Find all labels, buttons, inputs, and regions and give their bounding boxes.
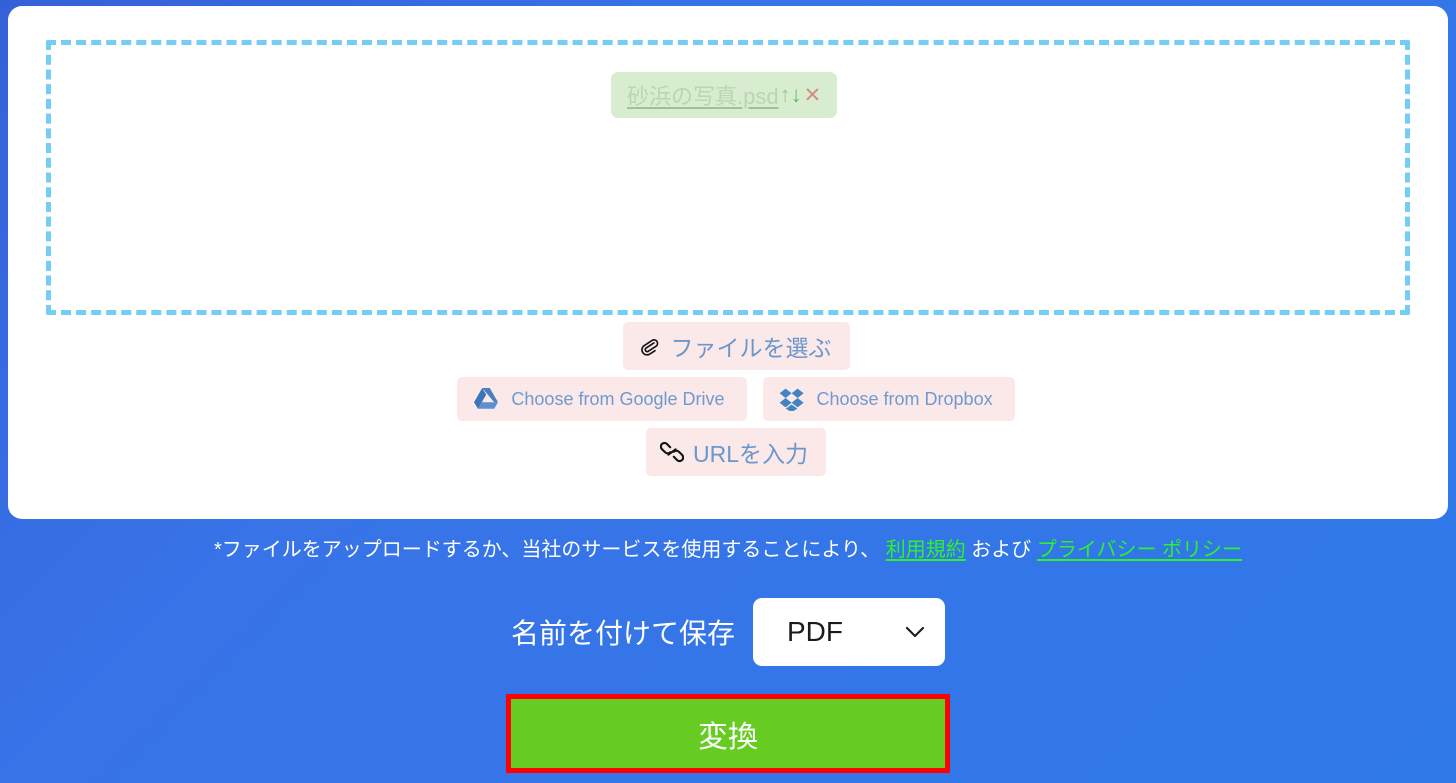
choose-file-row: ファイルを選ぶ [8, 322, 1456, 370]
uploaded-file-name[interactable]: 砂浜の写真.psd [627, 79, 779, 111]
google-drive-icon [473, 387, 499, 411]
google-drive-label: Choose from Google Drive [511, 388, 725, 409]
upload-card: 砂浜の写真.psd ↑ ↓ ✕ ファイルを選ぶ Choose from Goog… [8, 6, 1448, 519]
file-source-buttons: ファイルを選ぶ Choose from Google Drive Choose … [8, 322, 1456, 483]
save-as-label: 名前を付けて保存 [510, 618, 735, 649]
terms-middle: および [965, 539, 1037, 561]
choose-from-dropbox-button[interactable]: Choose from Dropbox [762, 377, 1015, 421]
chevron-down-icon [905, 626, 925, 639]
terms-prefix: *ファイルをアップロードするか、当社のサービスを使用することにより、 [213, 539, 886, 561]
choose-file-button[interactable]: ファイルを選ぶ [622, 322, 850, 370]
move-file-up-icon[interactable]: ↑ [780, 84, 791, 106]
dropbox-label: Choose from Dropbox [816, 388, 993, 409]
convert-button-highlight: 変換 [506, 694, 950, 773]
save-as-row: 名前を付けて保存 PDF [0, 598, 1456, 666]
paperclip-icon [637, 334, 661, 358]
uploaded-file-chip: 砂浜の写真.psd ↑ ↓ ✕ [611, 72, 838, 118]
enter-url-label: URLを入力 [692, 441, 808, 467]
url-source-row: URLを入力 [8, 428, 1456, 476]
enter-url-button[interactable]: URLを入力 [645, 428, 826, 476]
terms-notice: *ファイルをアップロードするか、当社のサービスを使用することにより、 利用規約 … [0, 533, 1456, 562]
terms-of-service-link[interactable]: 利用規約 [886, 539, 966, 561]
convert-button[interactable]: 変換 [511, 699, 945, 768]
choose-from-google-drive-button[interactable]: Choose from Google Drive [457, 377, 747, 421]
link-icon [659, 441, 684, 463]
output-format-select[interactable]: PDF [753, 598, 945, 666]
cloud-source-row: Choose from Google Drive Choose from Dro… [8, 377, 1456, 421]
output-format-value: PDF [787, 616, 843, 647]
choose-file-label: ファイルを選ぶ [670, 335, 832, 361]
dropbox-icon [779, 387, 805, 411]
move-file-down-icon[interactable]: ↓ [791, 84, 802, 106]
privacy-policy-link[interactable]: プライバシー ポリシー [1037, 539, 1242, 561]
remove-file-icon[interactable]: ✕ [804, 85, 822, 106]
file-dropzone[interactable]: 砂浜の写真.psd ↑ ↓ ✕ [46, 40, 1410, 315]
